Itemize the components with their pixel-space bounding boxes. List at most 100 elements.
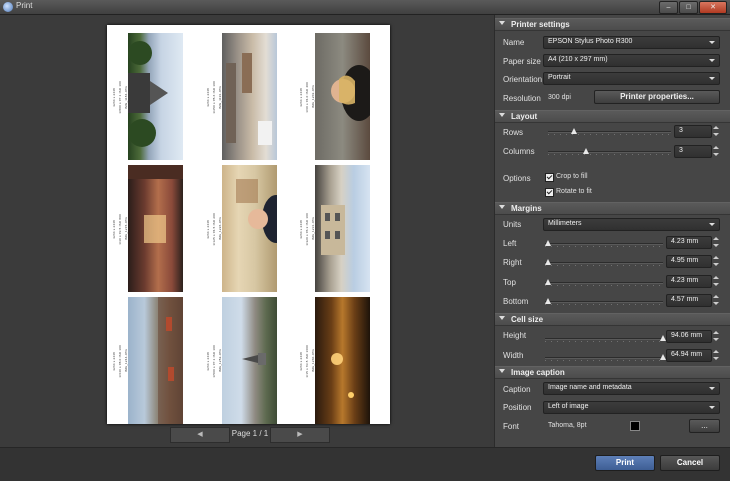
caption-position-dropdown[interactable]: Left of image (543, 401, 720, 414)
columns-stepper[interactable] (713, 145, 719, 157)
paper-size-dropdown[interactable]: A4 (210 x 297 mm) (543, 54, 720, 67)
slider-ticks (545, 246, 663, 247)
font-picker-button[interactable]: ... (689, 419, 720, 433)
left-margin-stepper[interactable] (713, 236, 719, 248)
units-dropdown[interactable]: Millimeters (543, 218, 720, 231)
slider-track (545, 357, 663, 359)
caption-info: 1/640 s f/8.0 ISO 100 (118, 344, 122, 378)
slider-track (545, 282, 663, 284)
chevron-up-icon[interactable] (713, 146, 719, 149)
printer-properties-button[interactable]: Printer properties... (594, 90, 720, 104)
slider-track (548, 131, 671, 133)
slider-ticks (545, 285, 663, 286)
close-button[interactable]: ✕ (699, 1, 727, 14)
chevron-down-icon[interactable] (713, 263, 719, 266)
chevron-down-icon[interactable] (713, 283, 719, 286)
crop-to-fill-checkbox[interactable] (545, 173, 554, 182)
bottom-margin-stepper[interactable] (713, 294, 719, 306)
left-margin-slider[interactable] (545, 239, 663, 248)
cell-caption: 3264 x 2448 1/250 s f/5.6 ISO 100 IMG_11… (206, 47, 222, 147)
columns-input[interactable]: 3 (674, 145, 712, 158)
slider-thumb[interactable] (583, 148, 589, 154)
cell-width-stepper[interactable] (713, 349, 719, 361)
slider-track (548, 151, 671, 153)
resolution-value: 300 dpi (548, 94, 571, 101)
cell-height-slider[interactable] (545, 334, 666, 343)
cancel-button[interactable]: Cancel (660, 455, 720, 471)
printer-name-dropdown[interactable]: EPSON Stylus Photo R300 (543, 36, 720, 49)
cell-caption: 3264 x 2448 1/125 s f/4.5 ISO 200 IMG_12… (206, 179, 222, 279)
section-title: Printer settings (511, 20, 570, 29)
right-margin-slider[interactable] (545, 258, 663, 267)
print-preview: 3264 x 2448 1/800 s f/7.1 ISO 100 IMG_11… (0, 15, 490, 447)
bottom-margin-slider[interactable] (545, 297, 663, 306)
chevron-up-icon[interactable] (713, 350, 719, 353)
slider-thumb[interactable] (545, 279, 551, 285)
orientation-dropdown[interactable]: Portrait (543, 72, 720, 85)
chevron-up-icon[interactable] (713, 256, 719, 259)
caption-dropdown[interactable]: Image name and metadata (543, 382, 720, 395)
cell-size-header[interactable]: Cell size (495, 313, 730, 326)
layout-header[interactable]: Layout (495, 110, 730, 123)
spin-value: 4.23 mm (671, 238, 699, 245)
cell-caption: 3264 x 2448 1/60 s f/4.0 ISO 400 IMG_120… (299, 47, 315, 147)
right-margin-input[interactable]: 4.95 mm (666, 255, 712, 268)
right-margin-stepper[interactable] (713, 255, 719, 267)
chevron-down-icon[interactable] (713, 338, 719, 341)
top-margin-input[interactable]: 4.23 mm (666, 275, 712, 288)
slider-thumb[interactable] (545, 259, 551, 265)
caption-info: 1/500 s f/7.1 ISO 100 (212, 344, 216, 378)
rows-stepper[interactable] (713, 125, 719, 137)
top-margin-slider[interactable] (545, 278, 663, 287)
printer-settings-header[interactable]: Printer settings (495, 18, 730, 31)
cell-height-stepper[interactable] (713, 330, 719, 342)
minimize-button[interactable]: – (659, 1, 678, 14)
right-margin-label: Right (503, 258, 522, 267)
dropdown-value: Image name and metadata (548, 384, 632, 391)
section-title: Cell size (511, 315, 544, 324)
chevron-up-icon[interactable] (713, 237, 719, 240)
top-margin-stepper[interactable] (713, 275, 719, 287)
slider-thumb[interactable] (545, 298, 551, 304)
slider-track (545, 243, 663, 245)
maximize-button[interactable]: □ (679, 1, 698, 14)
print-button[interactable]: Print (595, 455, 655, 471)
cell-caption: 3264 x 2448 1/15 s f/3.5 ISO 1600 IMG_12… (299, 311, 315, 411)
left-margin-input[interactable]: 4.23 mm (666, 236, 712, 249)
previous-page-button[interactable]: ◀ (170, 427, 230, 443)
chevron-down-icon[interactable] (713, 357, 719, 360)
cell-height-input[interactable]: 94.06 mm (666, 330, 712, 343)
next-page-button[interactable]: ▶ (270, 427, 330, 443)
spin-value: 4.57 mm (671, 296, 699, 303)
photo-thumbnail (222, 297, 277, 424)
cell-caption: 3264 x 2448 1/640 s f/8.0 ISO 100 IMG_12… (112, 311, 128, 411)
chevron-up-icon[interactable] (713, 331, 719, 334)
rows-slider[interactable] (548, 127, 671, 136)
columns-slider[interactable] (548, 147, 671, 156)
cell-caption: 3264 x 2448 1/320 s f/6.3 ISO 100 IMG_12… (299, 179, 315, 279)
cell-width-input[interactable]: 64.94 mm (666, 349, 712, 362)
chevron-down-icon[interactable] (713, 244, 719, 247)
bottom-margin-input[interactable]: 4.57 mm (666, 294, 712, 307)
font-color-swatch[interactable] (630, 421, 640, 431)
chevron-up-icon[interactable] (713, 276, 719, 279)
slider-thumb[interactable] (571, 128, 577, 134)
chevron-down-icon[interactable] (713, 302, 719, 305)
rotate-to-fit-checkbox[interactable] (545, 188, 554, 197)
chevron-up-icon[interactable] (713, 295, 719, 298)
collapse-triangle-icon (499, 205, 505, 209)
chevron-down-icon[interactable] (713, 153, 719, 156)
caption-info: 1/125 s f/4.5 ISO 200 (212, 212, 216, 246)
spin-value: 4.95 mm (671, 257, 699, 264)
chevron-down-icon[interactable] (713, 133, 719, 136)
margins-header[interactable]: Margins (495, 202, 730, 215)
caption-size: 3264 x 2448 (112, 351, 116, 371)
cell-width-slider[interactable] (545, 353, 666, 362)
slider-thumb[interactable] (545, 240, 551, 246)
resolution-label: Resolution (503, 94, 541, 103)
preview-cell: 3264 x 2448 1/60 s f/4.0 ISO 400 IMG_120… (299, 33, 370, 160)
chevron-up-icon[interactable] (713, 126, 719, 129)
image-caption-header[interactable]: Image caption (495, 366, 730, 379)
dropdown-value: EPSON Stylus Photo R300 (548, 38, 633, 45)
rows-input[interactable]: 3 (674, 125, 712, 138)
